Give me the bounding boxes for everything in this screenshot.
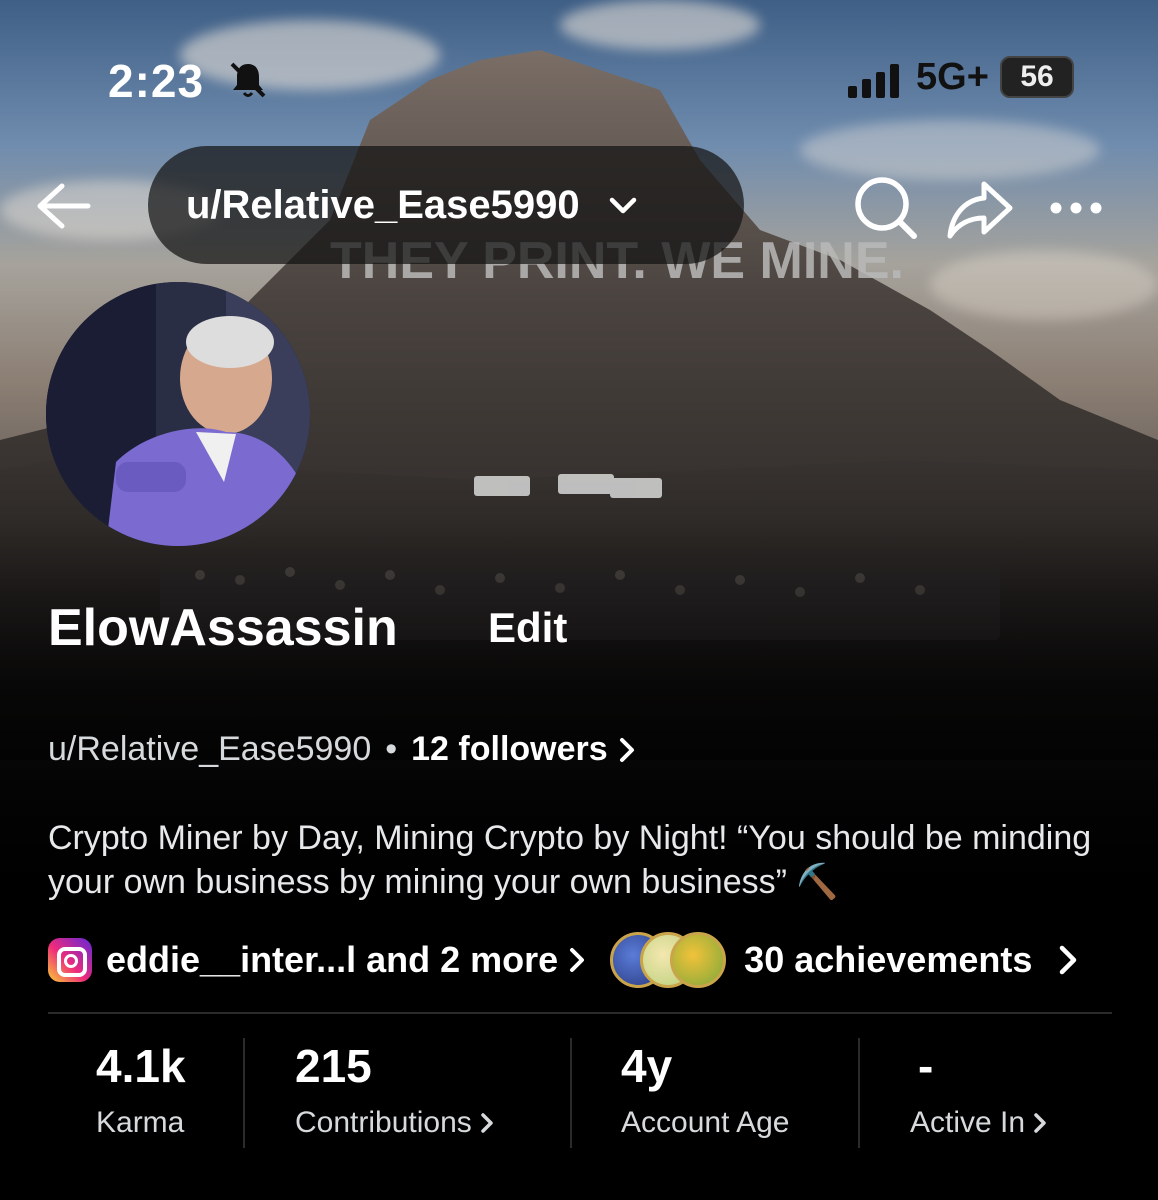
social-links-row: eddie__inter...l and 2 more 30 achieveme… bbox=[48, 932, 1138, 988]
chevron-right-icon bbox=[570, 948, 585, 972]
meta-separator: • bbox=[385, 730, 398, 768]
stat-divider bbox=[243, 1038, 245, 1148]
stat-label: Account Age bbox=[621, 1106, 790, 1139]
profile-bio: Crypto Miner by Day, Mining Crypto by Ni… bbox=[48, 819, 1092, 901]
back-arrow-icon[interactable] bbox=[26, 172, 94, 240]
chevron-down-icon bbox=[609, 197, 636, 214]
edit-button[interactable]: Edit bbox=[488, 604, 567, 652]
stat-divider bbox=[570, 1038, 572, 1148]
profile-stats: 4.1k Karma 215 Contributions 4y Account … bbox=[48, 1038, 1112, 1148]
chevron-right-icon bbox=[619, 737, 634, 762]
network-type: 5G+ bbox=[916, 56, 989, 98]
stat-karma: 4.1k Karma bbox=[96, 1038, 186, 1148]
avatar[interactable] bbox=[46, 282, 310, 546]
stat-value: 4.1k bbox=[96, 1040, 186, 1092]
profile-username: u/Relative_Ease5990 bbox=[48, 730, 372, 768]
stat-contributions[interactable]: 215 Contributions bbox=[295, 1038, 494, 1148]
profile-meta: u/Relative_Ease5990 • 12 followers bbox=[48, 730, 636, 769]
chevron-right-icon bbox=[1060, 945, 1077, 975]
divider bbox=[48, 1012, 1112, 1014]
stat-label: Contributions bbox=[295, 1106, 472, 1139]
stat-value: - bbox=[918, 1040, 934, 1092]
followers-link[interactable]: 12 followers bbox=[411, 730, 608, 769]
avatar-image bbox=[46, 282, 310, 546]
chevron-right-icon bbox=[481, 1113, 493, 1133]
battery-indicator: 56 bbox=[1000, 56, 1074, 98]
display-name: ElowAssassin bbox=[48, 599, 398, 657]
instagram-icon bbox=[48, 938, 92, 982]
stat-value: 215 bbox=[295, 1040, 372, 1092]
achievement-badge-icon bbox=[670, 932, 727, 988]
status-bar: 2:23 5G+ 56 bbox=[0, 50, 1158, 110]
stat-label: Karma bbox=[96, 1106, 185, 1139]
bell-slash-icon bbox=[230, 62, 266, 98]
status-time: 2:23 bbox=[108, 55, 205, 107]
search-icon[interactable] bbox=[850, 172, 922, 244]
achievements-link[interactable]: 30 achievements bbox=[744, 939, 1032, 981]
social-links[interactable]: eddie__inter...l and 2 more bbox=[106, 939, 558, 981]
achievement-badges[interactable] bbox=[610, 932, 728, 988]
stat-divider bbox=[858, 1038, 860, 1148]
chevron-right-icon bbox=[1034, 1113, 1046, 1133]
signal-icon bbox=[848, 64, 899, 98]
username-switcher-label: u/Relative_Ease5990 bbox=[186, 182, 580, 227]
username-switcher[interactable]: u/Relative_Ease5990 bbox=[148, 146, 744, 264]
stat-active-in[interactable]: - Active In bbox=[910, 1038, 1047, 1148]
stat-label: Active In bbox=[910, 1106, 1026, 1139]
more-icon[interactable] bbox=[1040, 172, 1112, 244]
stat-account-age: 4y Account Age bbox=[621, 1038, 789, 1148]
share-icon[interactable] bbox=[944, 172, 1016, 244]
stat-value: 4y bbox=[621, 1040, 673, 1092]
